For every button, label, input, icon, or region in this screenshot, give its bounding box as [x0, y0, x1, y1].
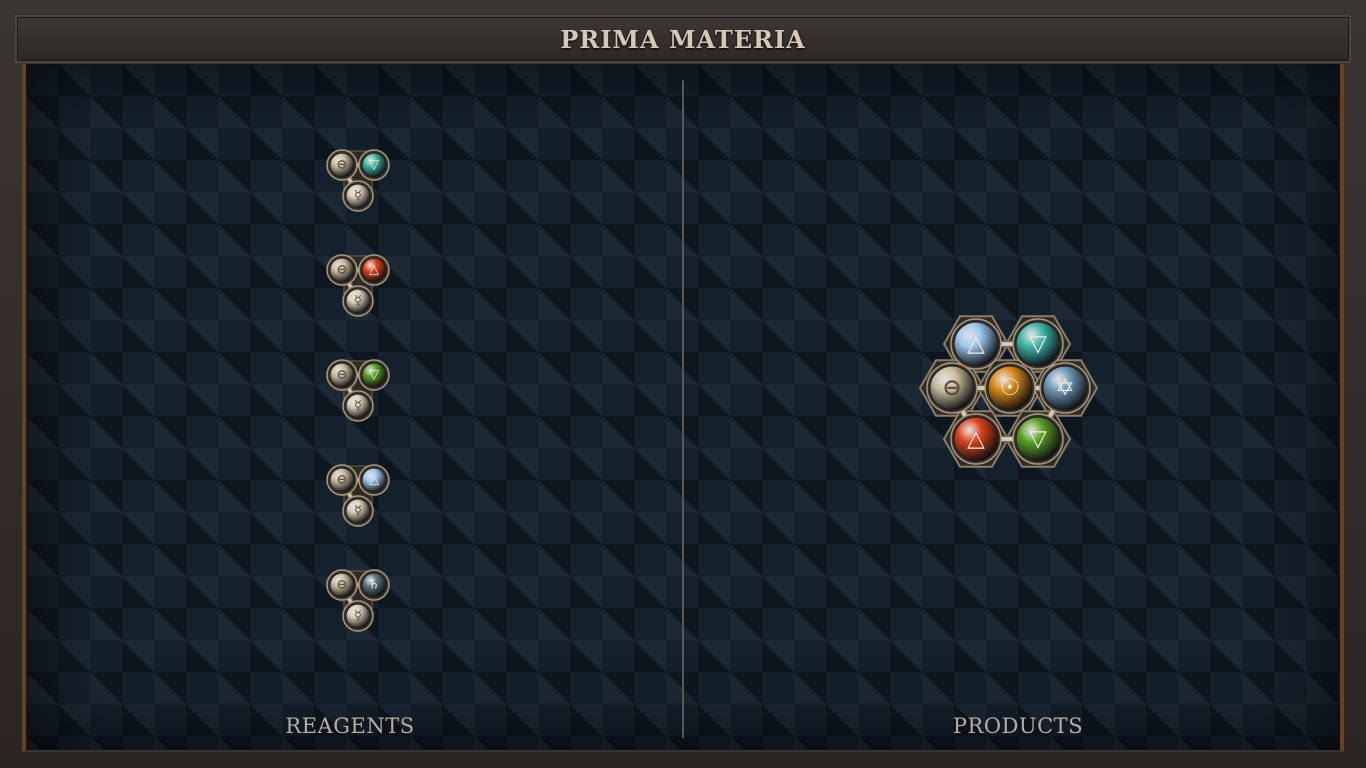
- atom-symbol: ⊖: [337, 578, 348, 593]
- atom-water: ▽: [358, 149, 390, 181]
- reagent-fire[interactable]: ⊖ △ ☿: [320, 254, 400, 335]
- atom-quicksilver: ☿: [342, 495, 374, 527]
- atom-symbol: △: [369, 473, 379, 488]
- atom-symbol: ☿: [354, 294, 362, 309]
- atom-salt: ⊖: [326, 359, 358, 391]
- atom-symbol: ☉: [1000, 375, 1021, 401]
- atom-salt: ⊖: [326, 149, 358, 181]
- products-label: PRODUCTS: [952, 714, 1084, 738]
- reagent-air[interactable]: ⊖ △ ☿: [320, 464, 400, 545]
- atom-air: △: [950, 318, 1002, 370]
- panel-divider: [682, 80, 684, 738]
- atom-salt: ⊖: [326, 464, 358, 496]
- atom-fire: △: [358, 254, 390, 286]
- atom-symbol: ⊖: [337, 368, 348, 383]
- product-molecule[interactable]: △ ▽ ⊖ ☉ ✡ △ ▽: [915, 305, 1105, 485]
- puzzle-title: PRIMA MATERIA: [560, 24, 806, 54]
- atom-symbol: ▽: [1029, 426, 1047, 452]
- atom-symbol: ⊖: [337, 263, 348, 278]
- atom-salt: ⊖: [926, 362, 978, 414]
- atom-symbol: △: [967, 331, 985, 357]
- atom-symbol: ☿: [354, 609, 362, 624]
- atom-air: △: [358, 464, 390, 496]
- atom-symbol: △: [369, 263, 379, 278]
- title-bar: PRIMA MATERIA: [15, 15, 1351, 63]
- reagent-earth[interactable]: ⊖ ▽ ☿: [320, 359, 400, 440]
- atom-symbol: △: [967, 426, 985, 452]
- atom-symbol: ▽: [369, 368, 379, 383]
- atom-symbol: ☿: [354, 399, 362, 414]
- atom-symbol: ♄: [368, 578, 380, 593]
- atom-symbol: ☿: [354, 504, 362, 519]
- reagent-lead[interactable]: ⊖ ♄ ☿: [320, 569, 400, 650]
- reagents-label: REAGENTS: [285, 714, 415, 738]
- atom-fire: △: [950, 413, 1002, 465]
- atom-quicksilver: ☿: [342, 390, 374, 422]
- atom-salt: ⊖: [326, 569, 358, 601]
- atom-symbol: ▽: [1029, 331, 1047, 357]
- atom-quicksilver: ☿: [342, 180, 374, 212]
- atom-salt: ⊖: [326, 254, 358, 286]
- atom-symbol: ▽: [369, 158, 379, 173]
- atom-lead: ♄: [358, 569, 390, 601]
- atom-symbol: ⊖: [337, 473, 348, 488]
- atom-symbol: ⊖: [337, 158, 348, 173]
- atom-water: ▽: [1012, 318, 1064, 370]
- atom-earth: ▽: [358, 359, 390, 391]
- atom-symbol: ✡: [1055, 375, 1074, 401]
- atom-earth: ▽: [1012, 413, 1064, 465]
- atom-quicksilver: ☿: [342, 285, 374, 317]
- atom-symbol: ☿: [354, 189, 362, 204]
- atom-vitae: ✡: [1039, 362, 1091, 414]
- atom-gold: ☉: [984, 362, 1036, 414]
- atom-quicksilver: ☿: [342, 600, 374, 632]
- reagent-water[interactable]: ⊖ ▽ ☿: [320, 149, 400, 230]
- atom-symbol: ⊖: [942, 375, 961, 401]
